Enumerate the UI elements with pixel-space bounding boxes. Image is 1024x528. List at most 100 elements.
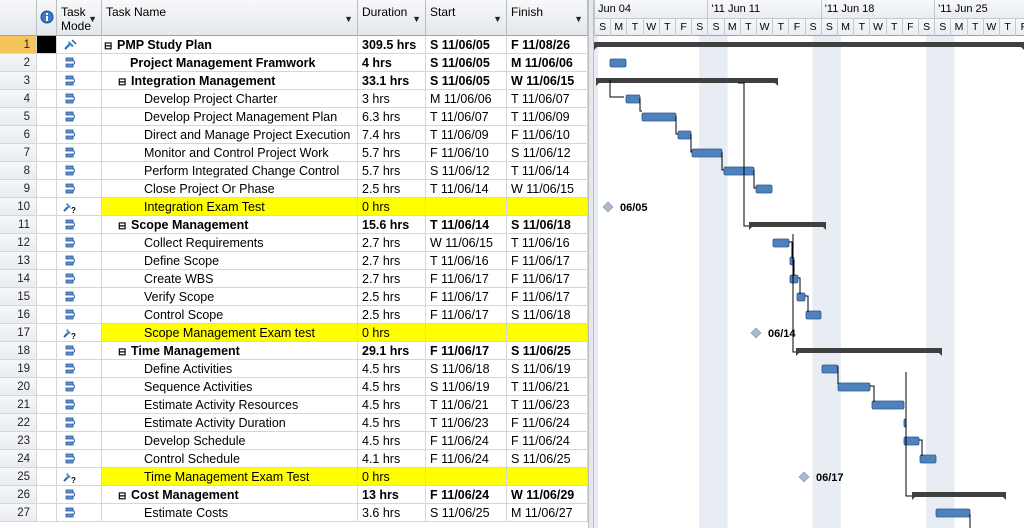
task-mode-cell[interactable] — [57, 234, 102, 252]
task-mode-cell[interactable] — [57, 360, 102, 378]
task-name-cell[interactable]: Monitor and Control Project Work — [102, 144, 358, 162]
table-row[interactable]: 2 Project Management Framwork 4 hrs S 11/06… — [0, 54, 588, 72]
task-bar[interactable] — [871, 400, 905, 410]
row-number[interactable]: 16 — [0, 306, 37, 324]
table-row[interactable]: 19 Define Activities 4.5 hrs S 11/06/18 S 11… — [0, 360, 588, 378]
duration-cell[interactable]: 3 hrs — [358, 90, 426, 108]
chevron-down-icon[interactable]: ▼ — [88, 14, 97, 24]
duration-cell[interactable]: 4.5 hrs — [358, 360, 426, 378]
finish-cell[interactable]: S 11/06/18 — [507, 216, 588, 234]
finish-cell[interactable]: T 11/06/16 — [507, 234, 588, 252]
finish-cell[interactable] — [507, 198, 588, 216]
row-number[interactable]: 7 — [0, 144, 37, 162]
task-mode-cell[interactable] — [57, 342, 102, 360]
task-mode-cell[interactable] — [57, 180, 102, 198]
task-bar[interactable] — [625, 94, 641, 104]
task-mode-cell[interactable] — [57, 252, 102, 270]
finish-cell[interactable]: F 11/06/17 — [507, 252, 588, 270]
task-bar[interactable] — [935, 508, 971, 518]
chevron-down-icon[interactable]: ▼ — [344, 14, 353, 24]
row-number[interactable]: 8 — [0, 162, 37, 180]
row-number[interactable]: 15 — [0, 288, 37, 306]
task-name-cell[interactable]: Project Management Framwork — [102, 54, 358, 72]
start-cell[interactable]: S 11/06/05 — [426, 72, 507, 90]
table-row[interactable]: 27 Estimate Costs 3.6 hrs S 11/06/25 M 11/06… — [0, 504, 588, 522]
chevron-down-icon[interactable]: ▼ — [412, 14, 421, 24]
task-mode-cell[interactable] — [57, 450, 102, 468]
start-cell[interactable]: T 11/06/09 — [426, 126, 507, 144]
table-row[interactable]: 5 Develop Project Management Plan 6.3 hrs T… — [0, 108, 588, 126]
task-mode-cell[interactable] — [57, 126, 102, 144]
start-column-header[interactable]: Start ▼ — [426, 0, 507, 36]
finish-cell[interactable]: M 11/06/06 — [507, 54, 588, 72]
duration-cell[interactable]: 0 hrs — [358, 198, 426, 216]
duration-cell[interactable]: 7.4 hrs — [358, 126, 426, 144]
task-bar[interactable] — [805, 310, 822, 320]
milestone-marker[interactable] — [798, 471, 810, 483]
task-name-cell[interactable]: Develop Project Charter — [102, 90, 358, 108]
finish-cell[interactable]: W 11/06/15 — [507, 72, 588, 90]
task-name-column-header[interactable]: Task Name ▼ — [102, 0, 358, 36]
finish-cell[interactable]: T 11/06/21 — [507, 378, 588, 396]
finish-cell[interactable]: S 11/06/18 — [507, 306, 588, 324]
row-number[interactable]: 26 — [0, 486, 37, 504]
task-name-cell[interactable]: Define Scope — [102, 252, 358, 270]
duration-cell[interactable]: 3.6 hrs — [358, 504, 426, 522]
start-cell[interactable] — [426, 198, 507, 216]
duration-cell[interactable]: 4.5 hrs — [358, 396, 426, 414]
task-name-cell[interactable]: Scope Management Exam test — [102, 324, 358, 342]
task-name-cell[interactable]: Direct and Manage Project Execution — [102, 126, 358, 144]
milestone-date-label[interactable]: 06/17 — [816, 472, 844, 484]
table-row[interactable]: 26 ⊟ Cost Management 13 hrs F 11/06/24 W 11/0… — [0, 486, 588, 504]
task-bar[interactable] — [796, 292, 806, 302]
task-name-cell[interactable]: Control Schedule — [102, 450, 358, 468]
finish-cell[interactable]: T 11/06/14 — [507, 162, 588, 180]
task-mode-cell[interactable]: ? — [57, 468, 102, 486]
finish-cell[interactable]: S 11/06/19 — [507, 360, 588, 378]
row-number[interactable]: 4 — [0, 90, 37, 108]
table-row[interactable]: 14 Create WBS 2.7 hrs F 11/06/17 F 11/06/17 — [0, 270, 588, 288]
summary-bar[interactable] — [912, 492, 1006, 497]
row-number[interactable]: 1 — [0, 36, 37, 54]
duration-cell[interactable]: 5.7 hrs — [358, 162, 426, 180]
start-cell[interactable]: T 11/06/23 — [426, 414, 507, 432]
task-mode-cell[interactable] — [57, 90, 102, 108]
task-name-cell[interactable]: Close Project Or Phase — [102, 180, 358, 198]
collapse-toggle-icon[interactable]: ⊟ — [118, 218, 128, 233]
finish-cell[interactable]: F 11/06/24 — [507, 414, 588, 432]
start-cell[interactable]: S 11/06/05 — [426, 54, 507, 72]
finish-cell[interactable]: W 11/06/15 — [507, 180, 588, 198]
row-number[interactable]: 3 — [0, 72, 37, 90]
row-number[interactable]: 22 — [0, 414, 37, 432]
start-cell[interactable]: T 11/06/14 — [426, 216, 507, 234]
start-cell[interactable]: W 11/06/15 — [426, 234, 507, 252]
task-mode-cell[interactable] — [57, 108, 102, 126]
table-row[interactable]: 15 Verify Scope 2.5 hrs F 11/06/17 F 11/06/1… — [0, 288, 588, 306]
finish-cell[interactable]: T 11/06/23 — [507, 396, 588, 414]
finish-cell[interactable]: T 11/06/09 — [507, 108, 588, 126]
collapse-toggle-icon[interactable]: ⊟ — [118, 74, 128, 89]
task-bar[interactable] — [677, 130, 692, 140]
task-name-cell[interactable]: Perform Integrated Change Control — [102, 162, 358, 180]
start-cell[interactable]: F 11/06/24 — [426, 450, 507, 468]
task-name-cell[interactable]: Estimate Activity Resources — [102, 396, 358, 414]
duration-cell[interactable]: 0 hrs — [358, 468, 426, 486]
table-row[interactable]: 17? Scope Management Exam test 0 hrs — [0, 324, 588, 342]
row-number[interactable]: 11 — [0, 216, 37, 234]
collapse-toggle-icon[interactable]: ⊟ — [118, 488, 128, 503]
start-cell[interactable]: F 11/06/17 — [426, 288, 507, 306]
finish-cell[interactable]: F 11/06/17 — [507, 270, 588, 288]
task-bar[interactable] — [691, 148, 723, 158]
task-mode-cell[interactable]: ? — [57, 198, 102, 216]
start-cell[interactable]: F 11/06/24 — [426, 432, 507, 450]
task-name-cell[interactable]: Integration Exam Test — [102, 198, 358, 216]
chevron-down-icon[interactable]: ▼ — [574, 14, 583, 24]
task-mode-cell[interactable] — [57, 486, 102, 504]
row-number[interactable]: 21 — [0, 396, 37, 414]
row-number[interactable]: 13 — [0, 252, 37, 270]
start-cell[interactable]: T 11/06/07 — [426, 108, 507, 126]
start-cell[interactable]: S 11/06/19 — [426, 378, 507, 396]
task-bar[interactable] — [772, 238, 790, 248]
task-mode-cell[interactable] — [57, 54, 102, 72]
row-number[interactable]: 24 — [0, 450, 37, 468]
